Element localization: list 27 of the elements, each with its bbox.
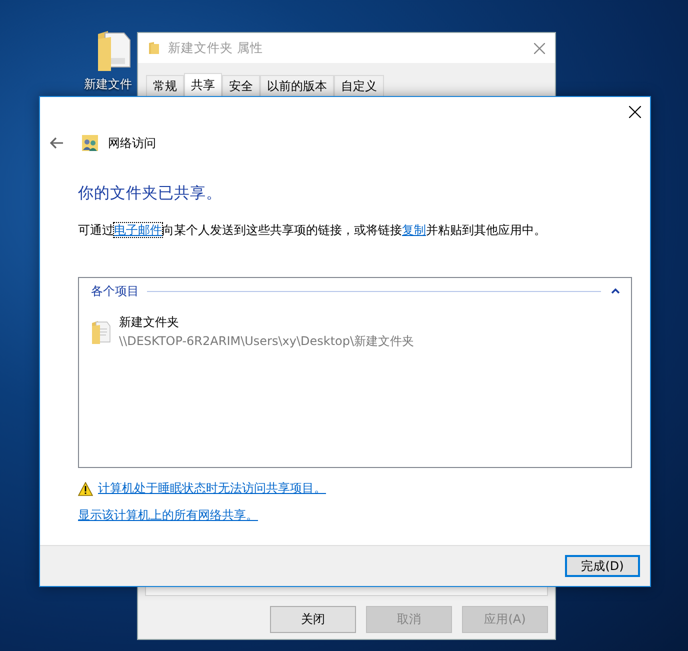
close-icon[interactable] — [629, 106, 641, 118]
tab[interactable]: 自定义 — [334, 75, 384, 97]
network-users-icon — [82, 135, 98, 151]
tab[interactable]: 共享 — [184, 73, 222, 97]
group-label: 各个项目 — [91, 282, 139, 300]
document-folder-icon[interactable] — [96, 30, 132, 72]
share-message: 可通过电子邮件向某个人发送到这些共享项的链接，或将链接复制并粘贴到其他应用中。 — [78, 222, 547, 239]
dialog-button[interactable]: 关闭 — [270, 606, 356, 633]
caret-icon[interactable] — [610, 288, 620, 294]
message-link[interactable]: 复制 — [402, 223, 426, 237]
warning-icon — [78, 482, 93, 496]
tab[interactable]: 常规 — [146, 75, 184, 97]
item-path: \\DESKTOP-6R2ARIM\Users\xy\Desktop\新建文件夹 — [119, 333, 414, 350]
message-link[interactable]: 电子邮件 — [114, 223, 162, 237]
back-arrow-icon[interactable] — [50, 137, 64, 149]
sleep-warning-link[interactable]: 计算机处于睡眠状态时无法访问共享项目。 — [98, 480, 326, 497]
done-button[interactable]: 完成(D) — [565, 555, 640, 577]
tab[interactable]: 安全 — [222, 75, 260, 97]
show-all-shares-link[interactable]: 显示该计算机上的所有网络共享。 — [78, 507, 258, 524]
dialog-title: 网络访问 — [108, 134, 156, 152]
desktop-icon-label[interactable]: 新建文件 — [84, 76, 132, 93]
folder-icon — [91, 319, 111, 345]
folder-icon — [148, 41, 160, 55]
window-title: 新建文件夹 属性 — [168, 40, 263, 56]
heading: 你的文件夹已共享。 — [78, 183, 223, 204]
item-name[interactable]: 新建文件夹 — [119, 314, 414, 331]
tab[interactable]: 以前的版本 — [260, 75, 334, 97]
